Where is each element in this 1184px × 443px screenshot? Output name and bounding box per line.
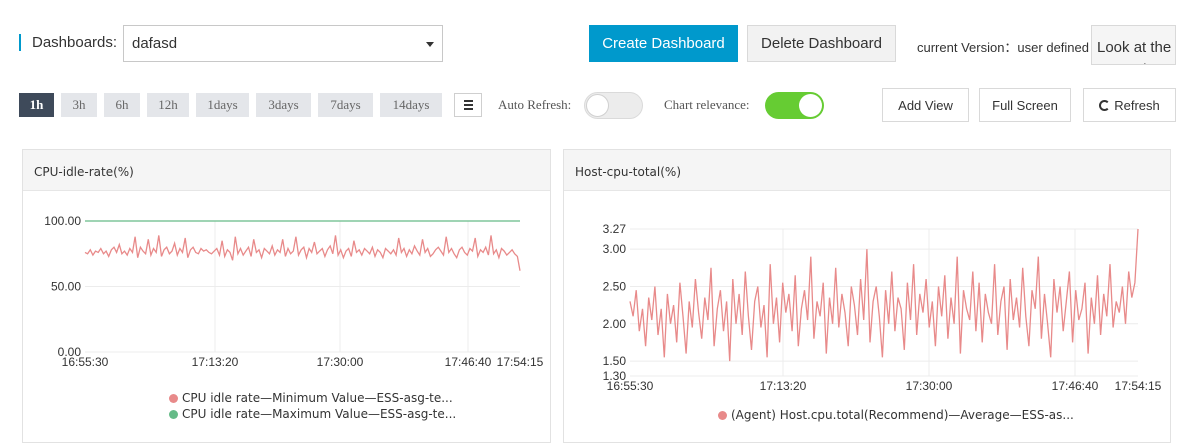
legend-label: (Agent) Host.cpu.total(Recommend)—Averag… [731, 408, 1074, 422]
legend-item[interactable]: CPU idle rate—Minimum Value—ESS-asg-te..… [169, 391, 453, 405]
x-tick-label: 17:46:40 [1052, 379, 1099, 392]
y-tick-label: 3.27 [603, 222, 627, 236]
chart-relevance-label: Chart relevance: [664, 97, 750, 112]
look-at-amount-button[interactable]: Look at the amount [1091, 25, 1176, 65]
x-tick-label: 16:55:30 [62, 355, 109, 369]
toggle-knob [586, 94, 609, 117]
x-tick-label: 17:30:00 [317, 355, 364, 369]
y-tick-label: 1.50 [603, 354, 627, 368]
auto-refresh-toggle[interactable] [584, 92, 643, 119]
panel-header: CPU-idle-rate(%) [23, 150, 550, 191]
time-range-1h[interactable]: 1h [19, 93, 54, 117]
host-cpu-chart[interactable]: 1.301.502.002.503.003.2716:55:30 17:13:20… [564, 192, 1172, 392]
panel-title: Host-cpu-total(%) [575, 165, 682, 179]
dashboard-header: Dashboards: dafasd Create Dashboard Dele… [0, 0, 1184, 78]
time-range-14days[interactable]: 14days [380, 93, 442, 117]
legend-item[interactable]: (Agent) Host.cpu.total(Recommend)—Averag… [718, 408, 1074, 422]
series-line [84, 235, 521, 271]
legend-swatch [169, 410, 178, 419]
current-version-label: current Version：user defined [917, 40, 1089, 55]
panel-title: CPU-idle-rate(%) [34, 165, 134, 179]
calendar-button[interactable] [454, 93, 482, 117]
x-tick-label: 17:30:00 [906, 379, 953, 392]
x-tick-label: 17:13:20 [760, 379, 807, 392]
legend-swatch [169, 394, 178, 403]
time-range-6h[interactable]: 6h [104, 93, 140, 117]
y-tick-label: 2.00 [603, 317, 627, 331]
host-cpu-total-panel: Host-cpu-total(%) 1.30 1.50 2.00 2.50 3.00 3.… [563, 149, 1171, 443]
time-range-12h[interactable]: 12h [147, 93, 189, 117]
x-tick-label: 17:46:40 [445, 355, 492, 369]
refresh-label: Refresh [1114, 97, 1160, 113]
refresh-icon [1099, 99, 1111, 111]
dashboards-label: Dashboards: [32, 34, 118, 51]
y-tick-label: 50.00 [51, 280, 81, 294]
full-screen-button[interactable]: Full Screen [979, 88, 1071, 122]
y-tick-label: 100.00 [44, 214, 81, 228]
cpu-idle-rate-panel: CPU-idle-rate(%) 0.00 50.00 100.00 16:55:30… [22, 149, 551, 443]
dashboard-select-value: dafasd [132, 35, 178, 52]
toggle-knob [799, 94, 822, 117]
legend-label: CPU idle rate—Minimum Value—ESS-asg-te..… [182, 391, 453, 405]
y-tick-label: 2.50 [603, 279, 627, 293]
dashboard-select[interactable]: dafasd [123, 25, 443, 62]
x-tick-label: 17:54:15 [1115, 379, 1162, 392]
x-tick-label: 16:55:30 [607, 379, 654, 392]
time-range-3days[interactable]: 3days [256, 93, 311, 117]
accent-bar [19, 34, 21, 51]
calendar-icon [464, 100, 473, 110]
time-range-1days[interactable]: 1days [196, 93, 249, 117]
panel-header: Host-cpu-total(%) [564, 150, 1170, 191]
auto-refresh-label: Auto Refresh: [498, 97, 572, 112]
create-dashboard-button[interactable]: Create Dashboard [589, 25, 738, 62]
legend-item[interactable]: CPU idle rate—Maximum Value—ESS-asg-te..… [169, 407, 456, 421]
x-tick-label: 17:54:15 [497, 355, 544, 369]
time-range-3h[interactable]: 3h [61, 93, 97, 117]
y-tick-label: 3.00 [603, 242, 627, 256]
chart-relevance-toggle[interactable] [765, 92, 824, 119]
chevron-down-icon [426, 42, 434, 47]
legend-label: CPU idle rate—Maximum Value—ESS-asg-te..… [182, 407, 457, 421]
x-tick-label: 17:13:20 [192, 355, 239, 369]
delete-dashboard-button[interactable]: Delete Dashboard [747, 25, 896, 62]
time-range-7days[interactable]: 7days [318, 93, 373, 117]
legend-swatch [718, 411, 727, 420]
add-view-button[interactable]: Add View [882, 88, 969, 122]
refresh-button[interactable]: Refresh [1083, 88, 1176, 122]
cpu-idle-chart[interactable]: 0.0050.00100.0016:55:30 17:13:20 17:30:00 1… [23, 192, 552, 392]
